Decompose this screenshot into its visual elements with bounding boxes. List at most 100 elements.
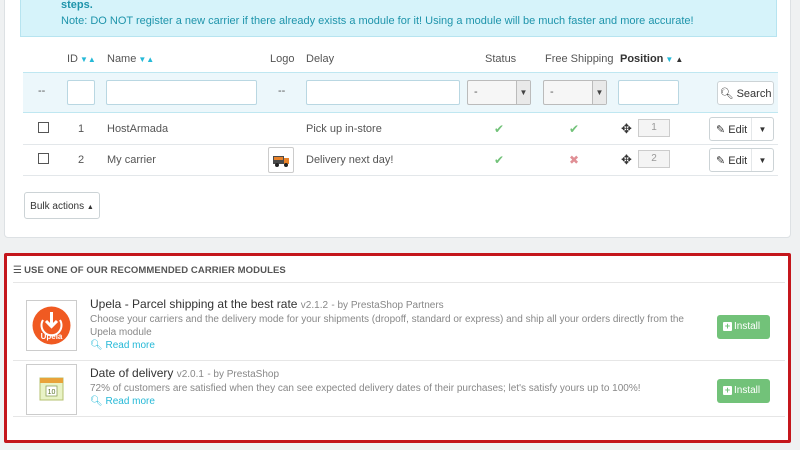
- sort-desc-icon[interactable]: ▼: [665, 55, 673, 64]
- divider: [13, 360, 785, 361]
- header-name[interactable]: Name ▼▲: [107, 53, 154, 71]
- bulk-actions-button[interactable]: Bulk actions ▲: [24, 192, 100, 219]
- filter-id-input[interactable]: [67, 80, 95, 105]
- drag-handle-icon[interactable]: ✥: [621, 121, 632, 137]
- filter-delay-input[interactable]: [306, 80, 460, 105]
- drag-handle-icon[interactable]: ✥: [621, 152, 632, 168]
- edit-label-text: Edit: [728, 155, 748, 167]
- svg-text:Upela: Upela: [41, 332, 63, 341]
- list-icon: ☰: [13, 265, 23, 276]
- header-logo: Logo: [270, 53, 295, 65]
- search-icon: 🔍︎: [719, 88, 734, 100]
- module-title: Date of delivery: [90, 366, 174, 380]
- module-version: v2.0.1: [176, 369, 204, 380]
- alert-text-line1: steps.: [61, 0, 93, 11]
- module-title: Upela - Parcel shipping at the best rate: [90, 297, 298, 311]
- module-author: - by PrestaShop: [207, 369, 280, 380]
- free-shipping-no-icon[interactable]: ✖: [569, 153, 579, 167]
- row-id: 2: [78, 154, 85, 166]
- carriers-panel: steps. Note: DO NOT register a new carri…: [4, 0, 791, 238]
- calendar-logo: 10: [26, 364, 77, 415]
- filter-name-input[interactable]: [106, 80, 257, 105]
- read-more-label: Read more: [105, 340, 155, 351]
- header-free-shipping: Free Shipping: [545, 53, 614, 65]
- filter-free-value: -: [550, 86, 554, 98]
- svg-text:10: 10: [48, 389, 56, 396]
- row-delay: Delivery next day!: [306, 154, 394, 166]
- row-name: My carrier: [107, 154, 156, 166]
- search-button[interactable]: 🔍︎ Search: [717, 81, 774, 105]
- filter-status-value: -: [474, 86, 478, 98]
- modules-title-text: Use one of our recommended carrier modul…: [24, 265, 286, 276]
- chevron-down-icon: ▼: [592, 81, 606, 104]
- header-id[interactable]: ID ▼▲: [67, 53, 96, 71]
- header-position[interactable]: Position ▼ ▲: [620, 53, 683, 71]
- position-value: 1: [638, 119, 670, 137]
- filter-row: -- -- - ▼ - ▼ 🔍︎ Search: [23, 72, 778, 113]
- row-name: HostArmada: [107, 123, 169, 135]
- module-name: Date of delivery v2.0.1 - by PrestaShop: [90, 366, 279, 380]
- search-icon: 🔍︎: [90, 340, 103, 351]
- filter-dash: --: [38, 85, 46, 97]
- install-button[interactable]: + Install: [717, 315, 770, 339]
- edit-label-text: Edit: [728, 124, 748, 136]
- header-delay: Delay: [306, 53, 335, 65]
- pencil-icon: ✎: [716, 124, 726, 136]
- read-more-link[interactable]: 🔍︎ Read more: [90, 340, 155, 351]
- sort-asc-icon[interactable]: ▲: [675, 55, 683, 64]
- filter-logo-dash: --: [278, 85, 286, 97]
- module-description: 72% of customers are satisfied when they…: [90, 383, 641, 394]
- chevron-down-icon: ▼: [516, 81, 530, 104]
- upela-logo: Upela: [26, 300, 77, 351]
- alert-text-note: Note: DO NOT register a new carrier if t…: [61, 15, 694, 27]
- read-more-link[interactable]: 🔍︎ Read more: [90, 396, 155, 407]
- caret-down-icon[interactable]: ▼: [751, 149, 773, 171]
- row-checkbox[interactable]: [38, 122, 49, 133]
- module-name: Upela - Parcel shipping at the best rate…: [90, 297, 444, 311]
- header-id-label: ID: [67, 53, 78, 65]
- edit-button[interactable]: ✎ Edit ▼: [709, 117, 774, 141]
- row-checkbox[interactable]: [38, 153, 49, 164]
- recommended-modules-panel: ☰ Use one of our recommended carrier modu…: [4, 253, 791, 443]
- search-button-label: Search: [736, 88, 772, 100]
- edit-button-label: ✎ Edit: [716, 123, 747, 136]
- table-row[interactable]: 1 HostArmada Pick up in-store ✔ ✔ ✥ 1 ✎ …: [23, 114, 778, 144]
- header-position-label: Position: [620, 53, 664, 65]
- edit-button[interactable]: ✎ Edit ▼: [709, 148, 774, 172]
- position-value: 2: [638, 150, 670, 168]
- module-description: Choose your carriers and the delivery mo…: [90, 314, 684, 338]
- edit-button-label: ✎ Edit: [716, 154, 747, 167]
- plus-icon: +: [723, 321, 732, 331]
- status-enabled-icon[interactable]: ✔: [494, 122, 504, 136]
- read-more-label: Read more: [105, 396, 155, 407]
- header-status: Status: [485, 53, 517, 65]
- row-id: 1: [78, 123, 85, 135]
- search-icon: 🔍︎: [90, 396, 103, 407]
- row-delay: Pick up in-store: [306, 123, 382, 135]
- sort-icon[interactable]: ▼▲: [138, 55, 154, 64]
- sort-icon[interactable]: ▼▲: [80, 55, 96, 64]
- caret-up-icon: ▲: [86, 204, 94, 211]
- divider: [13, 282, 785, 283]
- install-label: Install: [734, 385, 761, 396]
- free-shipping-yes-icon[interactable]: ✔: [569, 122, 579, 136]
- pencil-icon: ✎: [716, 155, 726, 167]
- modules-panel-title: ☰ Use one of our recommended carrier modu…: [13, 265, 286, 276]
- row-divider: [23, 175, 778, 176]
- truck-logo-icon: [268, 147, 294, 173]
- info-alert: steps. Note: DO NOT register a new carri…: [20, 0, 777, 37]
- filter-free-select[interactable]: - ▼: [543, 80, 607, 105]
- bulk-actions-label: Bulk actions: [30, 201, 85, 212]
- filter-status-select[interactable]: - ▼: [467, 80, 531, 105]
- plus-icon: +: [723, 385, 732, 395]
- table-row[interactable]: 2 My carrier Delivery next day! ✔ ✖ ✥ 2 …: [23, 145, 778, 175]
- module-version: v2.1.2: [300, 300, 329, 311]
- module-author: - by PrestaShop Partners: [331, 300, 444, 311]
- status-enabled-icon[interactable]: ✔: [494, 153, 504, 167]
- install-button[interactable]: + Install: [717, 379, 770, 403]
- divider: [13, 416, 785, 417]
- install-label: Install: [734, 321, 761, 332]
- filter-position-input[interactable]: [618, 80, 679, 105]
- caret-down-icon[interactable]: ▼: [751, 118, 773, 140]
- header-name-label: Name: [107, 53, 137, 65]
